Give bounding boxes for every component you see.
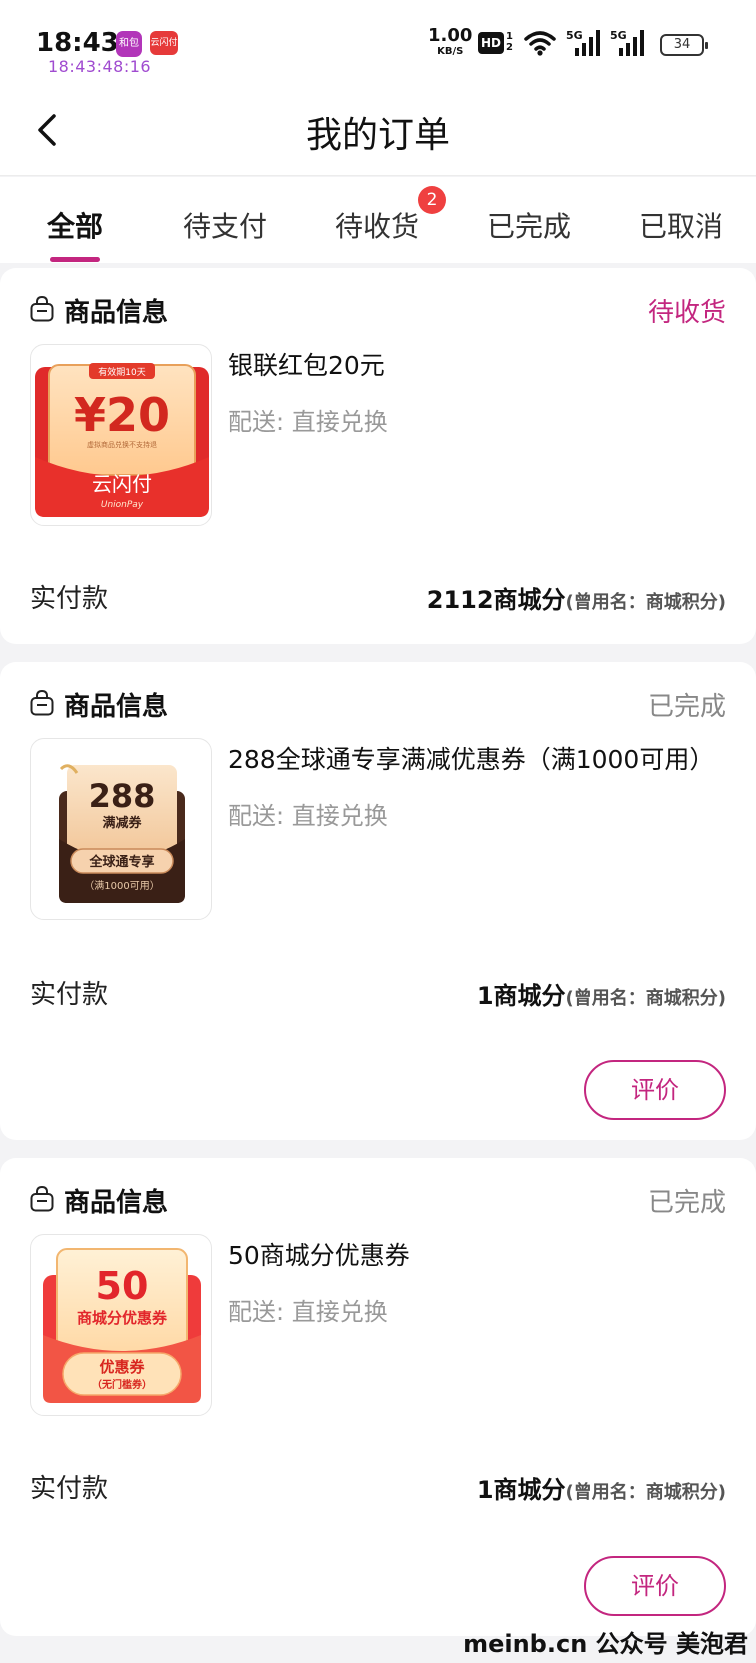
- pay-note: (曾用名：商城积分): [565, 1482, 726, 1503]
- review-button[interactable]: 评价: [584, 1060, 726, 1120]
- order-tabs: 全部 待支付 待收货 2 已完成 已取消: [0, 177, 756, 263]
- shopping-bag-icon: [30, 690, 54, 716]
- pay-amount: 1商城分: [476, 1476, 566, 1504]
- hd-sim-top: 1: [506, 31, 513, 42]
- page-title: 我的订单: [305, 115, 450, 156]
- product-name[interactable]: 288全球通专享满减优惠券（满1000可用）: [228, 740, 714, 776]
- unionpay-redpacket-image: 有效期10天 ¥20 虚拟商品兑换不支持退 云闪付 UnionPay: [35, 363, 209, 517]
- pay-label: 实付款: [30, 1474, 109, 1504]
- signal-5g-icon-1: 5G: [566, 29, 600, 56]
- network-speed: 1.00 KB/S: [428, 25, 473, 60]
- tab-completed[interactable]: 已完成: [464, 205, 594, 245]
- shopping-bag-icon: [30, 1186, 54, 1212]
- pay-amount: 2112商城分: [426, 586, 566, 614]
- pay-value: 2112商城分(曾用名：商城积分): [427, 580, 726, 615]
- review-button[interactable]: 评价: [584, 1556, 726, 1616]
- thumb-note: 虚拟商品兑换不支持退: [87, 440, 157, 449]
- pay-note: (曾用名：商城积分): [565, 988, 726, 1009]
- status-clock-sub: 18:43:48:16: [48, 57, 152, 76]
- pay-label: 实付款: [30, 584, 109, 614]
- order-card[interactable]: 商品信息 待收货 有效期10天 ¥20 虚拟商品兑换不支持退 云闪付 Union…: [0, 268, 756, 644]
- status-time: 18:43: [36, 28, 119, 58]
- pay-value: 1商城分(曾用名：商城积分): [477, 1470, 726, 1505]
- thumb-brand-en: UnionPay: [101, 500, 144, 510]
- thumb-type: 商城分优惠券: [77, 1309, 168, 1327]
- tab-pending-payment[interactable]: 待支付: [160, 205, 290, 245]
- coupon-288-image: 288 满减券 全球通专享 （满1000可用）: [59, 764, 185, 903]
- network-speed-value: 1.00: [428, 25, 473, 46]
- pending-receipt-badge: 2: [418, 186, 446, 214]
- pay-value: 1商城分(曾用名：商城积分): [477, 976, 726, 1011]
- network-speed-unit: KB/S: [437, 46, 464, 57]
- order-card[interactable]: 商品信息 已完成 288 满减券 全球通专享 （满1000可用） 288全球通专…: [0, 662, 756, 1140]
- pay-amount: 1商城分: [476, 982, 566, 1010]
- wifi-icon: [524, 31, 556, 56]
- hd-sim-numbers: 1 2: [506, 31, 513, 53]
- hebao-app-icon: 和包: [116, 31, 142, 57]
- product-thumbnail[interactable]: 288 满减券 全球通专享 （满1000可用）: [30, 738, 212, 920]
- thumb-pill: 优惠券: [99, 1358, 145, 1376]
- thumb-validity: 有效期10天: [98, 366, 145, 378]
- thumb-pill-sub: （无门槛券）: [92, 1378, 152, 1391]
- nav-bar: 我的订单: [0, 84, 756, 176]
- product-name[interactable]: 银联红包20元: [228, 346, 385, 382]
- thumb-amount: ¥20: [74, 388, 170, 442]
- pay-note: (曾用名：商城积分): [565, 592, 726, 613]
- shopping-bag-icon: [30, 296, 54, 322]
- tab-all[interactable]: 全部: [10, 205, 140, 245]
- status-bar: 18:43 和包 云闪付 18:43:48:16 1.00 KB/S HD 1 …: [0, 0, 756, 84]
- product-thumbnail[interactable]: 有效期10天 ¥20 虚拟商品兑换不支持退 云闪付 UnionPay: [30, 344, 212, 526]
- watermark: meinb.cn 公众号 美泡君: [463, 1630, 748, 1658]
- unionpay-app-icon: 云闪付: [150, 31, 178, 55]
- thumb-pill: 全球通专享: [88, 854, 154, 870]
- order-status: 已完成: [647, 692, 726, 722]
- thumb-type: 满减券: [102, 815, 142, 831]
- delivery-info: 配送: 直接兑换: [228, 1298, 388, 1326]
- order-status: 已完成: [647, 1188, 726, 1218]
- hd-sim-bottom: 2: [506, 42, 513, 53]
- thumb-amount: 50: [96, 1264, 149, 1308]
- signal-5g-icon-2: 5G: [610, 29, 644, 56]
- tab-cancelled[interactable]: 已取消: [616, 205, 746, 245]
- battery-icon: 34: [660, 34, 708, 56]
- hd-icon: HD: [478, 32, 504, 54]
- order-status: 待收货: [647, 298, 726, 328]
- product-name[interactable]: 50商城分优惠券: [228, 1236, 410, 1272]
- pay-label: 实付款: [30, 980, 109, 1010]
- delivery-info: 配送: 直接兑换: [228, 802, 388, 830]
- coupon-50-image: 50 商城分优惠券 优惠券 （无门槛券）: [43, 1248, 201, 1403]
- signal-label-1: 5G: [566, 29, 583, 42]
- signal-label-2: 5G: [610, 29, 627, 42]
- thumb-brand: 云闪付: [92, 472, 152, 496]
- product-thumbnail[interactable]: 50 商城分优惠券 优惠券 （无门槛券）: [30, 1234, 212, 1416]
- delivery-info: 配送: 直接兑换: [228, 408, 388, 436]
- section-label: 商品信息: [64, 1188, 169, 1218]
- section-label: 商品信息: [64, 692, 169, 722]
- active-tab-indicator: [50, 257, 100, 262]
- thumb-amount: 288: [89, 777, 156, 815]
- order-card[interactable]: 商品信息 已完成 50 商城分优惠券 优惠券 （无门槛券） 50商城分优惠券 配…: [0, 1158, 756, 1636]
- thumb-condition: （满1000可用）: [84, 880, 159, 892]
- section-label: 商品信息: [64, 298, 169, 328]
